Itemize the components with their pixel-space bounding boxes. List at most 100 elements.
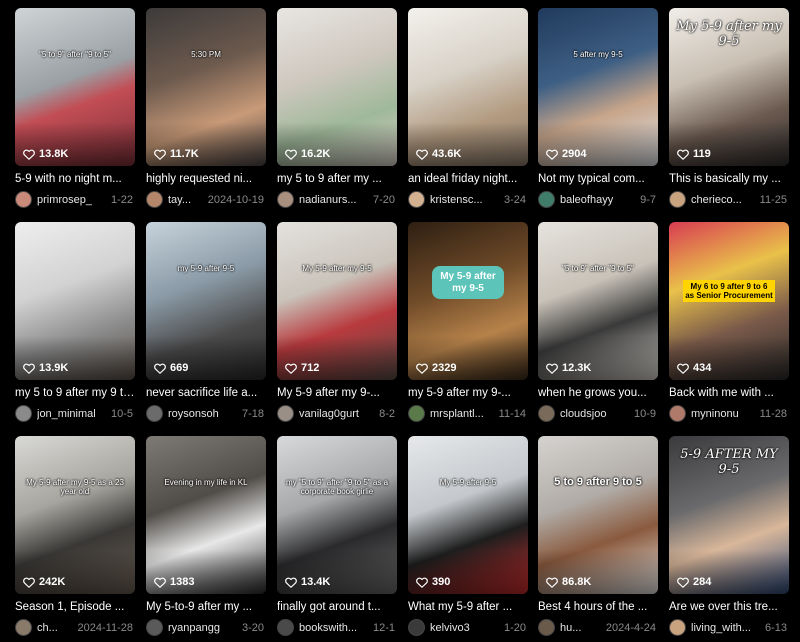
video-thumbnail[interactable]: my 5-9 after 9-5 669 (146, 222, 266, 380)
username[interactable]: nadianurs... (299, 194, 356, 206)
video-card[interactable]: My 5-9 after my 9-5 712 My 5-9 after my … (277, 222, 397, 422)
video-caption[interactable]: Are we over this tre... (669, 601, 789, 613)
video-card[interactable]: My 5-9 after 9-5 390 What my 5-9 after .… (408, 436, 528, 636)
video-meta: kelvivo3 1-20 (408, 619, 528, 636)
username[interactable]: mrsplantl... (430, 408, 484, 420)
video-thumbnail[interactable]: "5 to 9" after "9 to 5" 13.8K (15, 8, 135, 166)
thumbnail-overlay-text: My 5-9 after my 9-5 (676, 19, 782, 49)
video-caption[interactable]: my 5 to 9 after my 9 to... (15, 387, 135, 399)
video-caption[interactable]: This is basically my ... (669, 173, 789, 185)
view-count-number: 284 (693, 576, 712, 588)
video-caption[interactable]: Season 1, Episode ... (15, 601, 135, 613)
video-card[interactable]: Evening in my life in KL 1383 My 5-to-9 … (146, 436, 266, 636)
avatar[interactable] (146, 619, 163, 636)
video-thumbnail[interactable]: 16.2K (277, 8, 397, 166)
avatar[interactable] (146, 191, 163, 208)
avatar[interactable] (669, 405, 686, 422)
avatar[interactable] (15, 619, 32, 636)
avatar[interactable] (538, 191, 555, 208)
avatar[interactable] (277, 191, 294, 208)
video-thumbnail[interactable]: "5 to 9" after "9 to 5" 12.3K (538, 222, 658, 380)
video-card[interactable]: "5 to 9" after "9 to 5" 13.8K 5-9 with n… (15, 8, 135, 208)
username[interactable]: jon_minimal (37, 408, 96, 420)
video-card[interactable]: My 5-9 after my 9-5 as a 23 year old 242… (15, 436, 135, 636)
video-thumbnail[interactable]: My 5-9 after my 9-5 as a 23 year old 242… (15, 436, 135, 594)
video-caption[interactable]: never sacrifice life a... (146, 387, 266, 399)
username[interactable]: kristensc... (430, 194, 483, 206)
video-card[interactable]: 5-9 AFTER MY 9-5 284 Are we over this tr… (669, 436, 789, 636)
video-meta: ryanpangg 3-20 (146, 619, 266, 636)
video-card[interactable]: 13.9K my 5 to 9 after my 9 to... jon_min… (15, 222, 135, 422)
video-card[interactable]: 43.6K an ideal friday night... kristensc… (408, 8, 528, 208)
username[interactable]: myninonu (691, 408, 739, 420)
video-card[interactable]: 5 to 9 after 9 to 5 86.8K Best 4 hours o… (538, 436, 658, 636)
avatar[interactable] (277, 405, 294, 422)
video-card[interactable]: 5:30 PM 11.7K highly requested ni... tay… (146, 8, 266, 208)
username[interactable]: primrosep_ (37, 194, 92, 206)
video-thumbnail[interactable]: 13.9K (15, 222, 135, 380)
video-caption[interactable]: My 5-to-9 after my ... (146, 601, 266, 613)
video-thumbnail[interactable]: my "5 to 9" after "9 to 5" as a corporat… (277, 436, 397, 594)
video-grid: "5 to 9" after "9 to 5" 13.8K 5-9 with n… (0, 0, 800, 642)
view-count-number: 242K (39, 576, 66, 588)
video-card[interactable]: My 5-9 after my 9-5 119 This is basicall… (669, 8, 789, 208)
video-card[interactable]: My 5-9 after my 9-5 2329 my 5-9 after my… (408, 222, 528, 422)
video-caption[interactable]: when he grows you... (538, 387, 658, 399)
username[interactable]: living_with... (691, 622, 751, 634)
username[interactable]: cherieco... (691, 194, 742, 206)
video-thumbnail[interactable]: My 5-9 after my 9-5 712 (277, 222, 397, 380)
username[interactable]: kelvivo3 (430, 622, 470, 634)
video-card[interactable]: my "5 to 9" after "9 to 5" as a corporat… (277, 436, 397, 636)
username[interactable]: ch... (37, 622, 58, 634)
video-caption[interactable]: 5-9 with no night m... (15, 173, 135, 185)
video-caption[interactable]: Best 4 hours of the ... (538, 601, 658, 613)
video-caption[interactable]: My 5-9 after my 9-... (277, 387, 397, 399)
avatar[interactable] (538, 619, 555, 636)
video-thumbnail[interactable]: My 5-9 after my 9-5 119 (669, 8, 789, 166)
avatar[interactable] (146, 405, 163, 422)
video-thumbnail[interactable]: Evening in my life in KL 1383 (146, 436, 266, 594)
video-thumbnail[interactable]: 5 to 9 after 9 to 5 86.8K (538, 436, 658, 594)
avatar[interactable] (408, 191, 425, 208)
video-caption[interactable]: What my 5-9 after ... (408, 601, 528, 613)
avatar[interactable] (408, 619, 425, 636)
avatar[interactable] (669, 619, 686, 636)
username[interactable]: roysonsoh (168, 408, 219, 420)
video-thumbnail[interactable]: 5-9 AFTER MY 9-5 284 (669, 436, 789, 594)
video-card[interactable]: 16.2K my 5 to 9 after my ... nadianurs..… (277, 8, 397, 208)
video-caption[interactable]: an ideal friday night... (408, 173, 528, 185)
video-caption[interactable]: my 5-9 after my 9-... (408, 387, 528, 399)
username[interactable]: hu... (560, 622, 581, 634)
post-date: 11-25 (759, 193, 787, 206)
video-caption[interactable]: Not my typical com... (538, 173, 658, 185)
video-thumbnail[interactable]: 43.6K (408, 8, 528, 166)
username[interactable]: ryanpangg (168, 622, 220, 634)
avatar[interactable] (669, 191, 686, 208)
video-card[interactable]: my 5-9 after 9-5 669 never sacrifice lif… (146, 222, 266, 422)
avatar[interactable] (277, 619, 294, 636)
video-meta: nadianurs... 7-20 (277, 191, 397, 208)
view-count: 119 (677, 148, 711, 160)
video-card[interactable]: 5 after my 9-5 2904 Not my typical com..… (538, 8, 658, 208)
username[interactable]: bookswith... (299, 622, 357, 634)
avatar[interactable] (408, 405, 425, 422)
video-thumbnail[interactable]: 5:30 PM 11.7K (146, 8, 266, 166)
video-thumbnail[interactable]: My 5-9 after my 9-5 2329 (408, 222, 528, 380)
video-caption[interactable]: highly requested ni... (146, 173, 266, 185)
video-thumbnail[interactable]: My 5-9 after 9-5 390 (408, 436, 528, 594)
view-count-number: 12.3K (562, 362, 592, 374)
avatar[interactable] (15, 405, 32, 422)
avatar[interactable] (538, 405, 555, 422)
username[interactable]: cloudsjoo (560, 408, 606, 420)
video-card[interactable]: My 6 to 9 after 9 to 6 as Senior Procure… (669, 222, 789, 422)
username[interactable]: vanilag0gurt (299, 408, 359, 420)
video-caption[interactable]: finally got around t... (277, 601, 397, 613)
video-thumbnail[interactable]: 5 after my 9-5 2904 (538, 8, 658, 166)
username[interactable]: tay... (168, 194, 191, 206)
video-caption[interactable]: my 5 to 9 after my ... (277, 173, 397, 185)
video-card[interactable]: "5 to 9" after "9 to 5" 12.3K when he gr… (538, 222, 658, 422)
video-caption[interactable]: Back with me with ... (669, 387, 789, 399)
username[interactable]: baleofhayy (560, 194, 613, 206)
video-thumbnail[interactable]: My 6 to 9 after 9 to 6 as Senior Procure… (669, 222, 789, 380)
avatar[interactable] (15, 191, 32, 208)
